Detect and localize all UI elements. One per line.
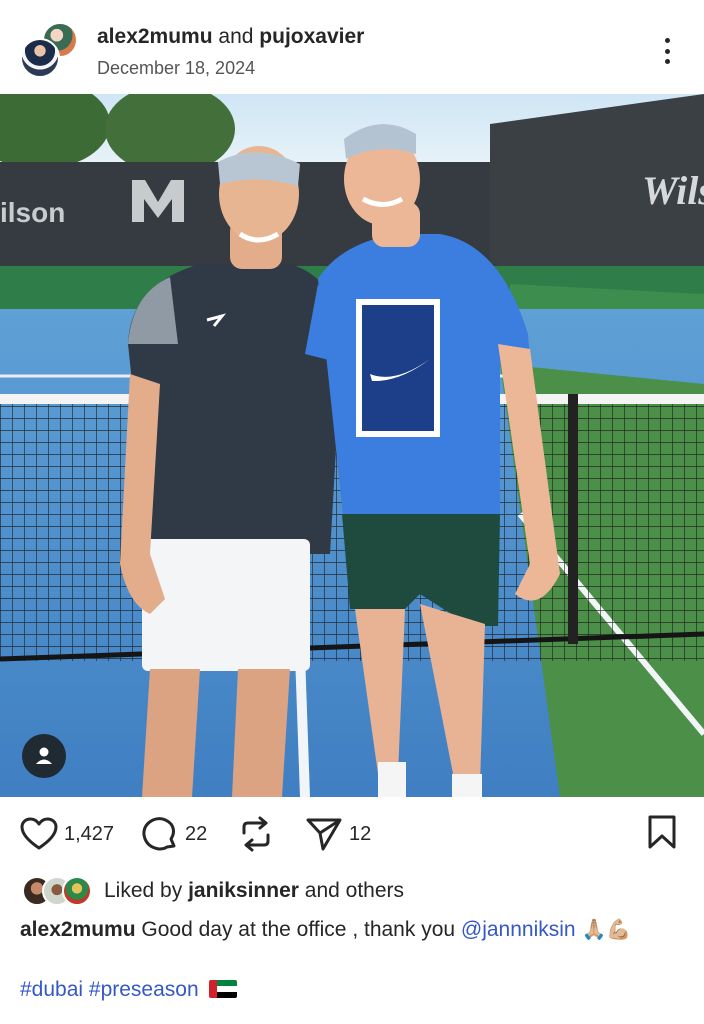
send-icon: [306, 818, 342, 851]
comment-count: 22: [185, 822, 208, 845]
liked-by-user[interactable]: janiksinner: [188, 879, 299, 902]
heart-icon: [20, 817, 58, 850]
share-count: 12: [349, 822, 372, 845]
author-joiner: and: [218, 25, 254, 48]
comment-icon: [142, 817, 176, 851]
hashtag-preseason[interactable]: #preseason: [89, 978, 199, 1001]
more-options-icon[interactable]: [656, 36, 678, 66]
liked-by-suffix: and others: [298, 879, 405, 902]
share-button[interactable]: 12: [305, 810, 371, 858]
uae-flag-icon: [208, 980, 237, 998]
caption-mention[interactable]: @jannniksin: [461, 918, 576, 941]
author-avatar[interactable]: [20, 38, 60, 78]
hashtag-dubai[interactable]: #dubai: [20, 978, 83, 1001]
author-avatars[interactable]: [20, 20, 82, 82]
post-actions: 1,427 22 12: [0, 810, 704, 860]
tennis-court-photo: ilson Wils: [0, 94, 704, 797]
person-icon: [36, 747, 52, 764]
post-photo[interactable]: ilson Wils: [0, 94, 704, 797]
post-hashtags: #dubai #preseason: [20, 976, 237, 1004]
like-button[interactable]: 1,427: [20, 810, 114, 858]
liked-by-prefix: Liked by: [104, 879, 189, 902]
tagged-people-button[interactable]: [22, 734, 66, 778]
liked-by-text: Liked by janiksinner and others: [104, 879, 404, 903]
caption-username[interactable]: alex2mumu: [20, 918, 136, 941]
liked-by-row[interactable]: Liked by janiksinner and others: [22, 874, 404, 908]
author-names: alex2mumu and pujoxavier: [97, 25, 364, 49]
like-count: 1,427: [64, 822, 115, 845]
author-username[interactable]: alex2mumu: [97, 25, 213, 48]
save-button[interactable]: [646, 814, 678, 855]
comment-button[interactable]: 22: [141, 810, 207, 858]
post-date: December 18, 2024: [97, 58, 256, 78]
banner-right-text: Wils: [642, 168, 704, 213]
caption-text: Good day at the office , thank you: [135, 918, 461, 941]
post-caption: alex2mumu Good day at the office , thank…: [20, 916, 690, 944]
caption-emojis: 🙏🏼💪🏼: [581, 919, 632, 941]
post-header: alex2mumu and pujoxavier December 18, 20…: [0, 0, 704, 94]
repost-button[interactable]: [238, 810, 274, 858]
banner-left-text: ilson: [0, 197, 65, 228]
repost-icon: [242, 816, 270, 852]
bookmark-icon: [648, 815, 676, 849]
liker-avatar: [62, 876, 92, 906]
coauthor-username[interactable]: pujoxavier: [259, 25, 364, 48]
